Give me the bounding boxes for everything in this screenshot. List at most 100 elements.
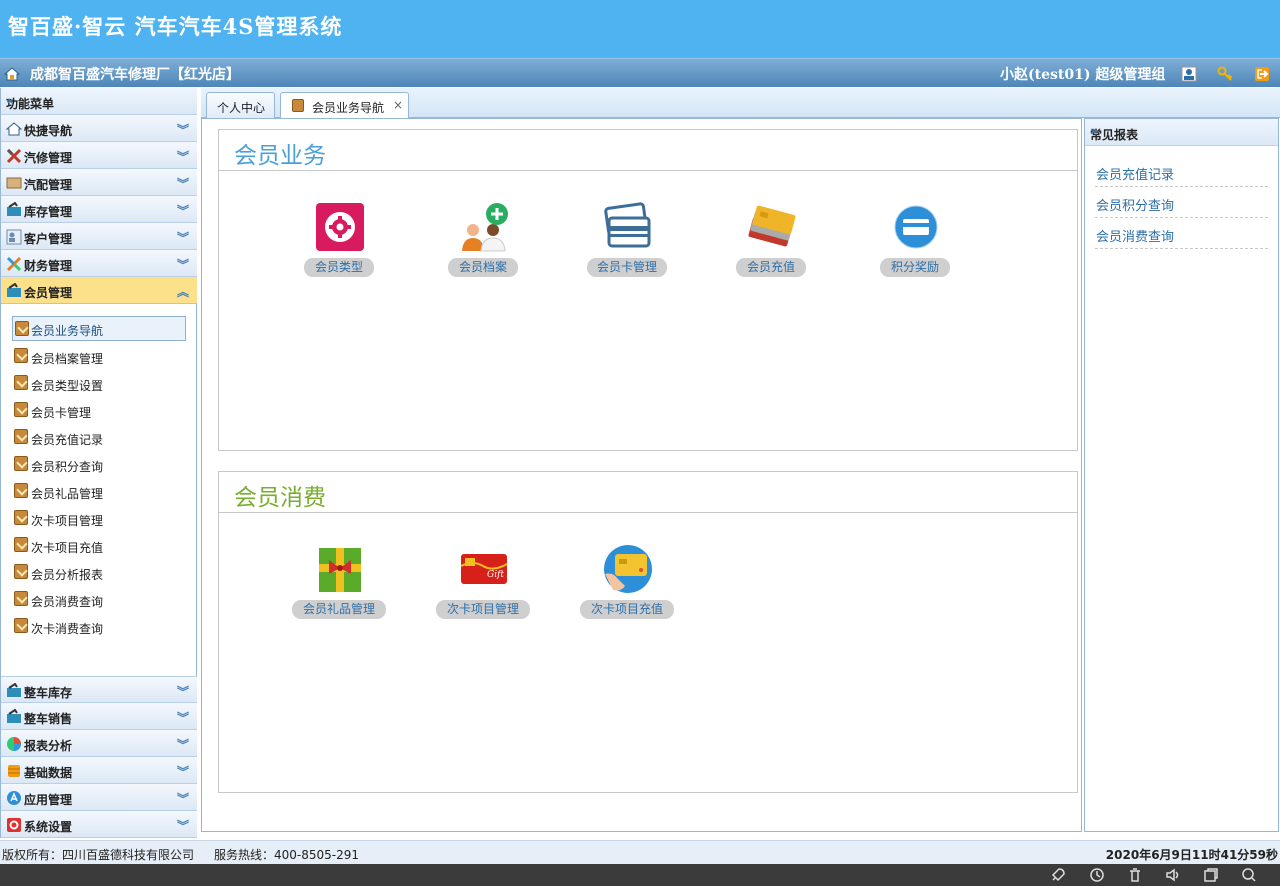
submenu-item-punchcard-consumption[interactable]: 次卡消费查询 [1,614,197,641]
submenu-label: 会员充值记录 [31,433,104,447]
tile-punchcard-mgmt[interactable]: Gift 次卡项目管理 [433,544,533,624]
submenu-item-points-query[interactable]: 会员积分查询 [1,452,197,479]
member-page-icon [14,348,28,363]
submenu-item-member-analysis[interactable]: 会员分析报表 [1,560,197,587]
menu-label: 应用管理 [24,793,73,807]
menu-label: 财务管理 [24,259,73,273]
main-content: 会员业务 会员类型 会员档案 会员卡管理 会员充值 积分奖励 会员消费 会员礼品… [201,118,1082,832]
chevron-down-icon: ︾ [176,765,189,779]
menu-item-car-sales[interactable]: 整车销售 ︾ [1,703,197,730]
menu-item-inventory[interactable]: 库存管理 ︾ [1,196,197,223]
submenu-label: 次卡消费查询 [31,622,104,636]
home-icon[interactable] [4,66,20,82]
trash-icon[interactable] [1127,867,1143,883]
report-link-recharge[interactable]: 会员充值记录 [1095,156,1268,187]
submenu-item-member-nav[interactable]: 会员业务导航 [12,316,186,341]
submenu-item-recharge-records[interactable]: 会员充值记录 [1,425,197,452]
member-page-icon [15,321,29,336]
chevron-down-icon: ︾ [176,177,189,191]
tile-punchcard-recharge[interactable]: 次卡项目充值 [577,544,677,624]
menu-label: 系统设置 [24,820,73,834]
section-title: 会员消费 [234,485,326,511]
menu-item-car-stock[interactable]: 整车库存 ︾ [1,676,197,703]
volume-icon[interactable] [1165,867,1181,883]
member-icon [7,283,21,297]
submenu-label: 会员消费查询 [31,595,104,609]
app-title: 智百盛·智云 汽车汽车4S管理系统 [8,14,343,39]
tile-member-recharge[interactable]: 会员充值 [721,202,821,282]
tile-points-reward[interactable]: 积分奖励 [865,202,965,282]
tile-label: 积分奖励 [880,258,950,277]
menu-label: 会员管理 [24,286,73,300]
member-page-icon [14,618,28,633]
side-menu: 功能菜单 « 快捷导航 ︾ 汽修管理 ︾ 汽配管理 ︾ 库存管理 ︾ 客户管理 … [0,88,197,838]
menu-item-quick-nav[interactable]: 快捷导航 ︾ [1,115,197,142]
card-in-hand-icon [604,545,652,593]
app-root: 智百盛·智云 汽车汽车4S管理系统 成都智百盛汽车修理厂【红光店】 小赵(tes… [0,0,1280,886]
menu-item-finance[interactable]: 财务管理 ︾ [1,250,197,277]
logout-icon[interactable] [1254,66,1270,82]
submenu-item-punchcard-recharge[interactable]: 次卡项目充值 [1,533,197,560]
tab-member-nav[interactable]: 会员业务导航 × [280,92,409,119]
section-header: 会员消费 [219,472,1077,513]
car-sale-icon [7,709,21,723]
app-icon [7,791,21,805]
menu-item-customer[interactable]: 客户管理 ︾ [1,223,197,250]
tile-label: 会员卡管理 [587,258,667,277]
search-icon[interactable] [1241,867,1257,883]
tab-label: 会员业务导航 [312,101,385,115]
member-page-icon [14,402,28,417]
menu-item-apps[interactable]: 应用管理 ︾ [1,784,197,811]
report-link-label: 会员积分查询 [1096,199,1175,214]
menu-item-parts[interactable]: 汽配管理 ︾ [1,169,197,196]
tile-member-card[interactable]: 会员卡管理 [577,202,677,282]
submenu-item-gift-mgmt[interactable]: 会员礼品管理 [1,479,197,506]
menu-item-member[interactable]: 会员管理 ︽ [1,277,197,304]
chevron-down-icon: ︾ [176,685,189,699]
tile-label: 会员礼品管理 [292,600,386,619]
key-icon[interactable] [1217,66,1233,82]
submenu-label: 次卡项目充值 [31,541,104,555]
gift-card-icon: Gift [460,554,508,584]
window-icon[interactable] [1203,867,1219,883]
credit-card-icon [604,202,651,248]
chevron-down-icon: ︾ [176,258,189,272]
submenu-label: 会员卡管理 [31,406,92,420]
user-profile-icon[interactable] [1181,66,1197,82]
submenu-item-consumption-query[interactable]: 会员消费查询 [1,587,197,614]
refresh-icon[interactable] [1089,867,1105,883]
tile-gift-mgmt[interactable]: 会员礼品管理 [289,544,389,624]
submenu-item-member-types[interactable]: 会员类型设置 [1,371,197,398]
submenu-label: 会员礼品管理 [31,487,104,501]
menu-item-base-data[interactable]: 基础数据 ︾ [1,757,197,784]
submenu-label: 次卡项目管理 [31,514,104,528]
member-page-icon [14,483,28,498]
submenu-item-member-records[interactable]: 会员档案管理 [1,344,197,371]
gift-box-icon [319,548,361,592]
menu-item-reports[interactable]: 报表分析 ︾ [1,730,197,757]
menu-item-settings[interactable]: 系统设置 ︾ [1,811,197,838]
svg-text:Gift: Gift [487,570,504,580]
chevron-down-icon: ︾ [176,738,189,752]
chevron-down-icon: ︾ [176,792,189,806]
close-tab-icon[interactable]: × [393,98,403,112]
tab-personal-center[interactable]: 个人中心 [206,92,275,118]
menu-label: 报表分析 [24,739,73,753]
section-header: 会员业务 [219,130,1077,171]
tile-member-type[interactable]: 会员类型 [289,202,389,282]
menu-item-repair[interactable]: 汽修管理 ︾ [1,142,197,169]
menu-label: 快捷导航 [24,124,73,138]
collapse-panel-icon[interactable]: » [1090,124,1270,138]
reports-header: 常见报表 » [1085,119,1278,146]
report-link-consumption[interactable]: 会员消费查询 [1095,218,1268,249]
settings-icon [7,818,21,832]
report-link-points[interactable]: 会员积分查询 [1095,187,1268,218]
rocket-icon[interactable] [1050,867,1066,883]
chevron-down-icon: ︾ [176,123,189,137]
collapse-menu-icon[interactable]: « [6,94,189,108]
menu-label: 客户管理 [24,232,73,246]
submenu-item-member-cards[interactable]: 会员卡管理 [1,398,197,425]
tile-member-archive[interactable]: 会员档案 [433,202,533,282]
member-page-icon [14,564,28,579]
submenu-item-punchcard-mgmt[interactable]: 次卡项目管理 [1,506,197,533]
